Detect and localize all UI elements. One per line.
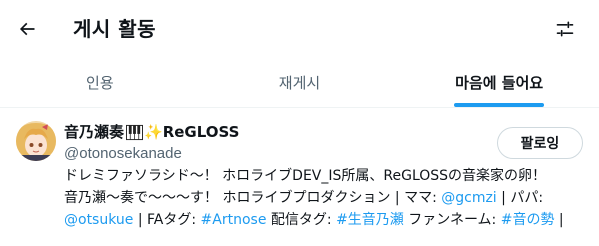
piano-icon	[126, 124, 144, 140]
mention-link[interactable]: @otsukue	[64, 212, 133, 228]
page-title: 게시 활동	[73, 17, 157, 41]
user-bio: ドレミファソラシド～！ ホロライブDEV_IS所属、ReGLOSSの音楽家の卵！…	[64, 165, 584, 231]
bio-text: | パパ:	[496, 190, 544, 206]
user-name-suffix: ✨ReGLOSS	[144, 123, 240, 141]
hashtag-link[interactable]: #音の勢	[501, 212, 555, 228]
tab-bar: 인용 재게시 마음에 들어요	[0, 58, 599, 108]
bio-text: |	[554, 212, 564, 228]
tab-quotes[interactable]: 인용	[0, 58, 200, 107]
display-name[interactable]: 音乃瀬奏 ✨ReGLOSS	[64, 122, 239, 142]
bio-text: 配信タグ:	[266, 212, 337, 228]
tab-label: 인용	[86, 74, 114, 92]
bio-text: ファンネーム:	[403, 212, 501, 228]
avatar-image	[16, 121, 56, 161]
hashtag-link[interactable]: #Artnose	[201, 212, 267, 228]
user-name: 音乃瀬奏	[64, 123, 125, 141]
back-button[interactable]	[10, 12, 44, 46]
bio-text: | FAタグ:	[133, 212, 201, 228]
tab-label: 재게시	[278, 74, 321, 92]
hashtag-link[interactable]: #生音乃瀬	[336, 212, 404, 228]
arrow-left-icon	[19, 22, 35, 36]
bio-text: 音乃瀬～奏で～～～す！ ホロライブプロダクション | ママ:	[64, 190, 442, 206]
mention-link[interactable]: @gcmzi	[441, 190, 496, 206]
tab-likes[interactable]: 마음에 들어요	[399, 58, 599, 107]
tab-reposts[interactable]: 재게시	[200, 58, 400, 107]
filter-button[interactable]	[548, 12, 582, 46]
avatar[interactable]	[16, 121, 56, 161]
top-bar: 게시 활동	[0, 0, 599, 58]
user-handle: @otonosekanade	[64, 145, 182, 162]
tab-label: 마음에 들어요	[455, 74, 544, 92]
sliders-icon	[556, 21, 574, 37]
user-cell[interactable]: 音乃瀬奏 ✨ReGLOSS @otonosekanade 팔로잉 ドレミファソラ…	[0, 109, 599, 246]
bio-text: ドレミファソラシド～！ ホロライブDEV_IS所属、ReGLOSSの音楽家の卵！	[64, 168, 547, 184]
following-button[interactable]: 팔로잉	[497, 127, 583, 159]
active-tab-indicator	[454, 103, 545, 107]
